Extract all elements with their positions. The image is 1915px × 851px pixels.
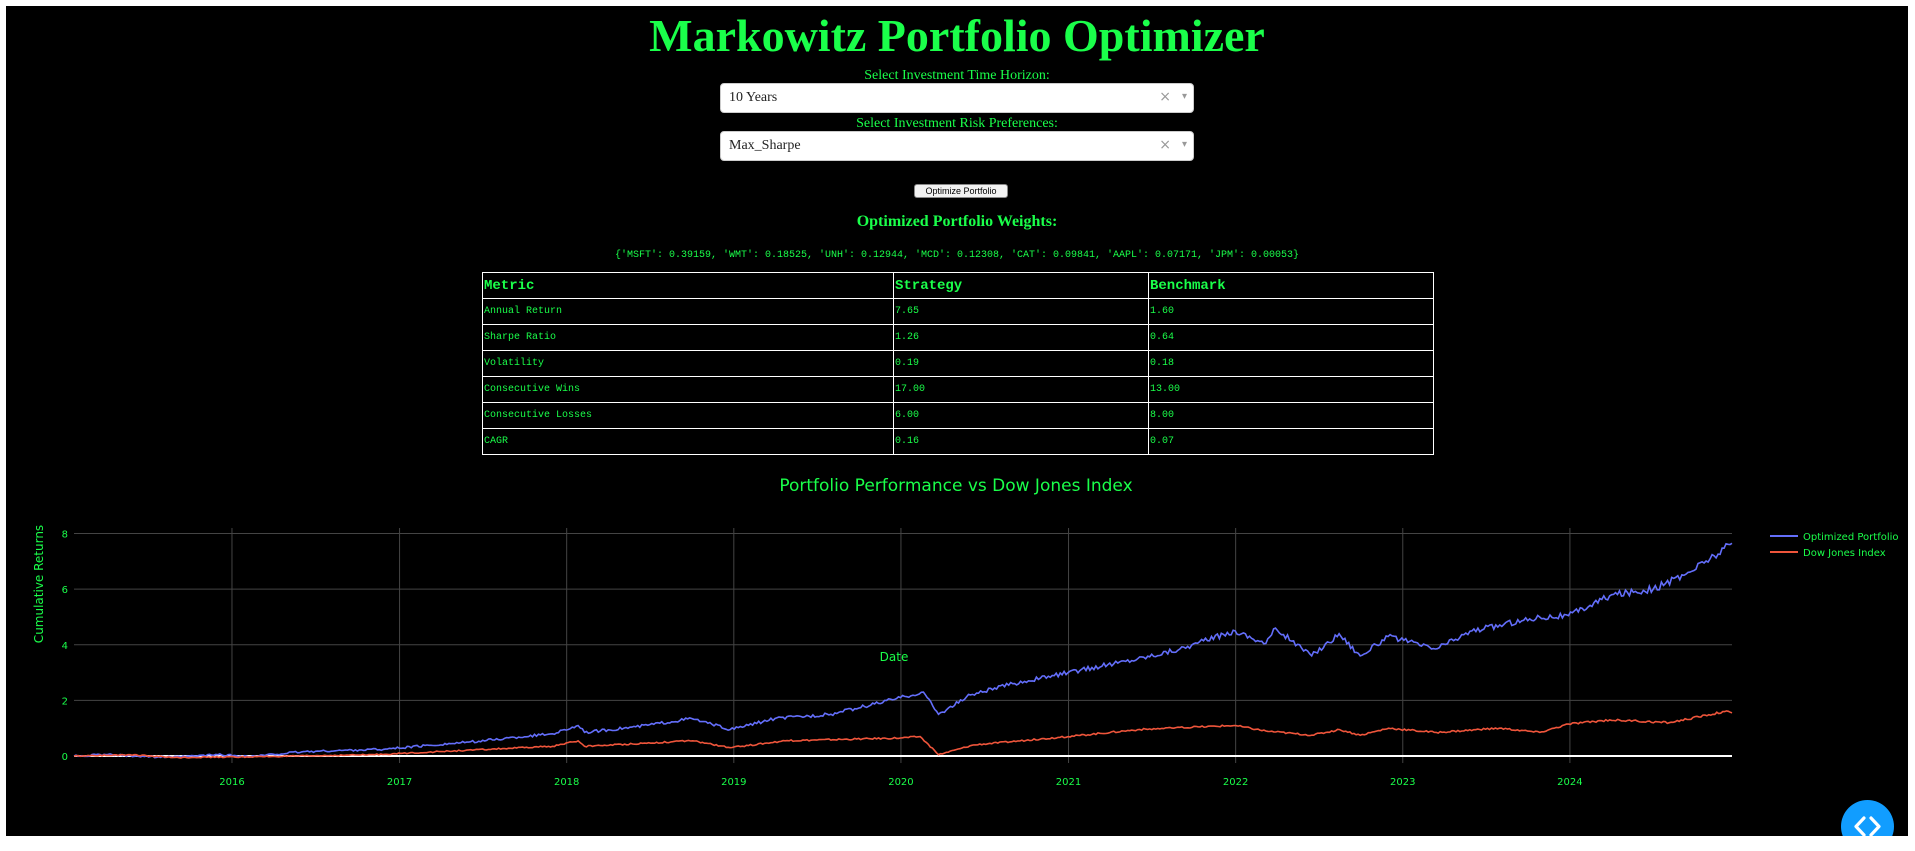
weights-heading: Optimized Portfolio Weights: <box>856 213 1058 230</box>
table-row: CAGR 0.16 0.07 <box>482 428 1434 455</box>
table-row: Annual Return 7.65 1.60 <box>482 298 1434 325</box>
y-axis-title: Cumulative Returns <box>32 525 46 643</box>
benchmark-value: 0.64 <box>1148 324 1434 351</box>
x-tick-label: 2020 <box>888 777 913 788</box>
metric-name: Consecutive Wins <box>482 376 894 403</box>
table-row: Volatility 0.19 0.18 <box>482 350 1434 377</box>
risk-preference-dropdown[interactable]: Max_Sharpe × ▾ <box>720 131 1194 161</box>
weights-text: {'MSFT': 0.39159, 'WMT': 0.18525, 'UNH':… <box>614 250 1300 261</box>
chevron-down-icon[interactable]: ▾ <box>1182 91 1187 102</box>
optimize-portfolio-button[interactable]: Optimize Portfolio <box>914 184 1008 198</box>
benchmark-value: 0.18 <box>1148 350 1434 377</box>
benchmark-value: 8.00 <box>1148 402 1434 429</box>
metric-name: Sharpe Ratio <box>482 324 894 351</box>
y-tick-label: 0 <box>62 752 68 763</box>
y-tick-label: 4 <box>62 641 68 652</box>
x-axis-ticks: 2016 2017 2018 2019 2020 2021 2022 2023 2024 <box>219 777 1582 788</box>
x-tick-label: 2023 <box>1390 777 1415 788</box>
x-tick-label: 2024 <box>1557 777 1582 788</box>
chevron-down-icon[interactable]: ▾ <box>1182 139 1187 150</box>
metric-name: Consecutive Losses <box>482 402 894 429</box>
risk-preference-label: Select Investment Risk Preferences: <box>856 116 1058 131</box>
x-tick-label: 2021 <box>1056 777 1081 788</box>
x-tick-label: 2016 <box>219 777 244 788</box>
strategy-value: 0.16 <box>893 428 1149 455</box>
time-horizon-dropdown[interactable]: 10 Years × ▾ <box>720 83 1194 113</box>
clear-icon[interactable]: × <box>1159 89 1171 105</box>
y-tick-label: 2 <box>62 696 68 707</box>
header-metric: Metric <box>482 272 894 299</box>
header-strategy: Strategy <box>893 272 1149 299</box>
strategy-value: 6.00 <box>893 402 1149 429</box>
time-horizon-label: Select Investment Time Horizon: <box>864 68 1050 83</box>
app-root: Markowitz Portfolio Optimizer Select Inv… <box>6 6 1908 836</box>
x-tick-label: 2022 <box>1223 777 1248 788</box>
time-horizon-value: 10 Years <box>729 90 778 105</box>
metric-name: Annual Return <box>482 298 894 325</box>
metrics-table: Metric Strategy Benchmark Annual Return … <box>482 272 1434 455</box>
y-tick-label: 6 <box>62 585 68 596</box>
x-tick-label: 2017 <box>387 777 412 788</box>
benchmark-value: 0.07 <box>1148 428 1434 455</box>
legend-item-portfolio[interactable]: Optimized Portfolio <box>1770 532 1899 543</box>
chart-title: Portfolio Performance vs Dow Jones Index <box>779 476 1132 496</box>
metric-name: Volatility <box>482 350 894 377</box>
table-row: Sharpe Ratio 1.26 0.64 <box>482 324 1434 351</box>
table-row: Consecutive Wins 17.00 13.00 <box>482 376 1434 403</box>
chart-legend[interactable]: Optimized Portfolio Dow Jones Index <box>1770 532 1899 559</box>
strategy-value: 0.19 <box>893 350 1149 377</box>
legend-label: Optimized Portfolio <box>1803 532 1899 543</box>
y-axis-ticks: 0 2 4 6 8 <box>62 530 68 763</box>
y-tick-label: 8 <box>62 530 68 541</box>
legend-item-benchmark[interactable]: Dow Jones Index <box>1770 548 1886 559</box>
strategy-value: 1.26 <box>893 324 1149 351</box>
metric-name: CAGR <box>482 428 894 455</box>
performance-chart[interactable]: Portfolio Performance vs Dow Jones Index… <box>6 470 1908 836</box>
benchmark-value: 13.00 <box>1148 376 1434 403</box>
strategy-value: 7.65 <box>893 298 1149 325</box>
benchmark-value: 1.60 <box>1148 298 1434 325</box>
strategy-value: 17.00 <box>893 376 1149 403</box>
code-brackets-icon <box>1854 816 1881 836</box>
header-benchmark: Benchmark <box>1148 272 1434 299</box>
x-tick-label: 2018 <box>554 777 579 788</box>
page-title: Markowitz Portfolio Optimizer <box>649 10 1265 61</box>
x-tick-label: 2019 <box>721 777 746 788</box>
table-row: Consecutive Losses 6.00 8.00 <box>482 402 1434 429</box>
clear-icon[interactable]: × <box>1159 137 1171 153</box>
risk-preference-value: Max_Sharpe <box>729 138 801 153</box>
code-brackets-button[interactable] <box>1841 800 1894 836</box>
metrics-header-row: Metric Strategy Benchmark <box>482 272 1434 299</box>
x-axis-title: Date <box>880 650 909 664</box>
legend-label: Dow Jones Index <box>1803 548 1886 559</box>
